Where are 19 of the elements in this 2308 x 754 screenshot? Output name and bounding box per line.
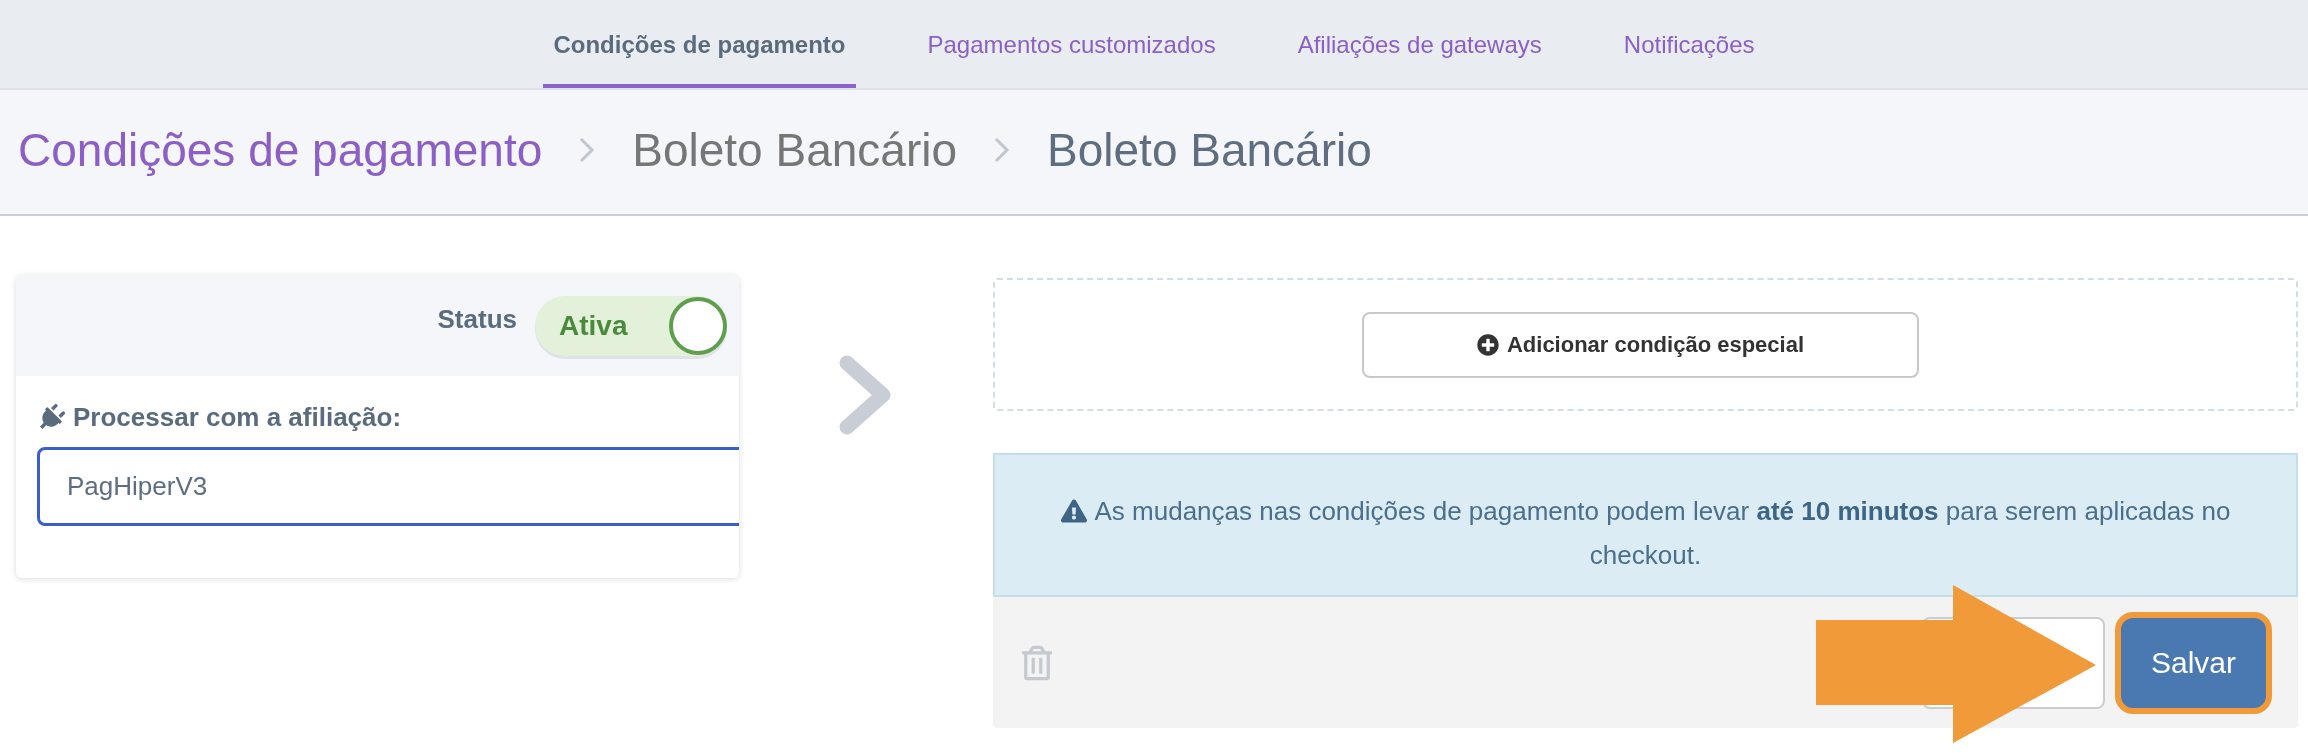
chevron-right-icon (839, 355, 893, 435)
field-label: Processar com a afiliação: (73, 402, 402, 433)
toggle-knob (669, 296, 727, 355)
chevron-right-icon (993, 135, 1012, 165)
status-label: Status (437, 304, 517, 335)
chevron-right-icon (578, 135, 597, 165)
warning-icon (1060, 499, 1087, 523)
tab[interactable]: Pagamentos customizados (917, 0, 1226, 88)
alert-message: As mudanças nas condições de pagamento podem levar até 10 minutos para serem aplicadas no checkout. (1055, 489, 2236, 577)
breadcrumb-item: Boleto Bancário (1047, 123, 1372, 177)
tab[interactable]: Afiliações de gateways (1287, 0, 1552, 88)
toggle-switch[interactable]: Ativa (535, 295, 727, 356)
breadcrumb-link[interactable]: Condições de pagamento (18, 123, 543, 177)
breadcrumb-item: Boleto Bancário (632, 123, 958, 177)
save-button[interactable]: Salvar (2115, 611, 2272, 714)
tab[interactable]: Notificações (1613, 0, 1765, 88)
add-special-condition-button[interactable]: Adicionar condição especial (1362, 311, 1919, 378)
input-field[interactable]: PagHiperV3 (37, 447, 739, 526)
trash-icon[interactable] (1022, 643, 1052, 682)
